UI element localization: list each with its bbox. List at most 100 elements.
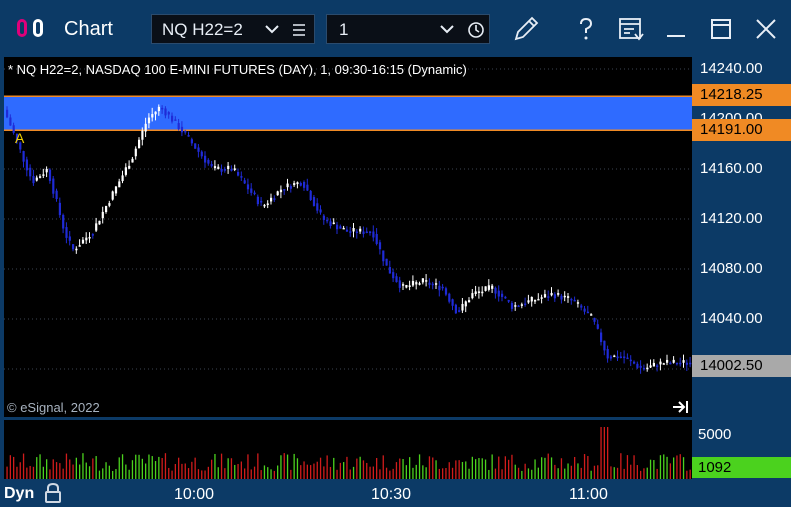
candle-body bbox=[316, 203, 319, 211]
candle-body bbox=[590, 314, 593, 316]
volume-bar bbox=[230, 458, 233, 479]
candle-body bbox=[405, 284, 408, 288]
candle-body bbox=[243, 180, 246, 184]
volume-bar bbox=[326, 455, 328, 479]
candle-body bbox=[204, 155, 207, 163]
volume-bar bbox=[13, 456, 15, 479]
volume-bar bbox=[465, 461, 467, 479]
candle-body bbox=[448, 293, 451, 302]
volume-bar bbox=[141, 458, 143, 479]
candle-body bbox=[319, 209, 322, 213]
price-chart[interactable]: A * NQ H22=2, NASDAQ 100 E-MINI FUTURES … bbox=[4, 57, 692, 417]
candle-body bbox=[689, 362, 692, 365]
candle-body bbox=[332, 222, 335, 225]
candle-body bbox=[543, 294, 547, 298]
candle-body bbox=[567, 296, 570, 298]
price-axis[interactable]: 14240.00 14200.00 14160.00 14120.00 1408… bbox=[692, 57, 791, 417]
volume-bar bbox=[112, 470, 114, 479]
volume-chart[interactable] bbox=[4, 420, 692, 479]
chevron-down-icon[interactable] bbox=[264, 21, 280, 37]
menu-lines-icon[interactable] bbox=[292, 23, 306, 37]
volume-bar bbox=[630, 464, 632, 479]
candle-body bbox=[481, 291, 484, 294]
volume-bar bbox=[171, 470, 173, 479]
candle-body bbox=[359, 228, 362, 232]
window-title: Chart bbox=[64, 18, 113, 40]
candle-body bbox=[32, 176, 35, 184]
chart-header: * NQ H22=2, NASDAQ 100 E-MINI FUTURES (D… bbox=[8, 62, 467, 77]
volume-bar bbox=[451, 467, 454, 479]
candle-body bbox=[355, 231, 358, 233]
volume-bar bbox=[168, 467, 170, 479]
candle-body bbox=[639, 365, 642, 368]
volume-bar bbox=[39, 454, 41, 479]
candle-body bbox=[573, 299, 576, 302]
minimize-icon[interactable] bbox=[661, 14, 691, 44]
volume-bar bbox=[366, 462, 368, 479]
candle-body bbox=[352, 228, 355, 232]
volume-bar bbox=[686, 470, 688, 479]
volume-bar bbox=[29, 465, 31, 479]
volume-bar bbox=[16, 466, 18, 479]
copyright-text: © eSignal, 2022 bbox=[7, 400, 100, 415]
candle-body bbox=[217, 166, 220, 169]
candle-body bbox=[167, 112, 170, 115]
price-label: 14120.00 bbox=[700, 210, 763, 227]
interval-selector[interactable]: 1 bbox=[326, 14, 490, 44]
volume-bar bbox=[478, 458, 480, 479]
volume-bar bbox=[201, 470, 203, 479]
volume-bar bbox=[263, 465, 266, 479]
time-axis[interactable]: Dyn 10:00 10:30 11:00 bbox=[0, 481, 791, 507]
chevron-down-icon[interactable] bbox=[439, 21, 455, 37]
candle-body bbox=[471, 293, 474, 299]
volume-bar bbox=[557, 468, 559, 479]
lock-icon[interactable] bbox=[43, 482, 63, 504]
candle-body bbox=[273, 198, 276, 200]
candle-body bbox=[652, 362, 655, 367]
close-icon[interactable] bbox=[751, 14, 781, 44]
candle-body bbox=[563, 295, 566, 298]
band-top-price-tag: 14218.25 bbox=[692, 84, 791, 106]
scroll-to-end-icon[interactable] bbox=[672, 400, 690, 414]
clock-icon[interactable] bbox=[467, 21, 485, 39]
candle-body bbox=[256, 196, 259, 205]
volume-bar bbox=[527, 468, 530, 479]
marker-label: A bbox=[15, 130, 25, 146]
candle-body bbox=[603, 340, 606, 351]
volume-bar bbox=[600, 427, 602, 479]
help-icon[interactable] bbox=[571, 14, 601, 44]
candle-body bbox=[312, 197, 316, 206]
template-icon[interactable] bbox=[616, 14, 646, 44]
candle-body bbox=[402, 284, 405, 286]
volume-bar bbox=[405, 465, 407, 479]
candle-body bbox=[514, 305, 517, 307]
maximize-icon[interactable] bbox=[706, 14, 736, 44]
mode-label[interactable]: Dyn bbox=[4, 485, 34, 503]
candle-body bbox=[138, 139, 141, 148]
candle-body bbox=[461, 303, 464, 311]
candle-body bbox=[444, 288, 448, 295]
volume-bar bbox=[428, 456, 431, 479]
symbol-selector[interactable]: NQ H22=2 bbox=[151, 14, 315, 44]
time-label: 10:30 bbox=[371, 486, 412, 503]
volume-bar bbox=[587, 456, 589, 479]
candle-body bbox=[408, 285, 411, 287]
volume-bar bbox=[336, 469, 338, 479]
volume-bar bbox=[382, 455, 384, 479]
candle-body bbox=[260, 200, 263, 203]
volume-bar bbox=[422, 465, 424, 479]
pencil-icon[interactable] bbox=[511, 14, 541, 44]
candle-body bbox=[464, 301, 467, 307]
time-label: 10:00 bbox=[174, 486, 215, 503]
volume-bar bbox=[290, 469, 292, 479]
candle-body bbox=[118, 181, 121, 188]
volume-bar bbox=[574, 456, 576, 479]
candle-body bbox=[25, 159, 28, 171]
volume-bar bbox=[273, 470, 275, 479]
candle-body bbox=[250, 188, 253, 193]
volume-axis[interactable]: 5000 1092 bbox=[692, 420, 791, 479]
candle-body bbox=[451, 299, 454, 306]
volume-bar bbox=[442, 468, 444, 479]
candle-body bbox=[547, 296, 550, 298]
candle-body bbox=[491, 285, 494, 289]
